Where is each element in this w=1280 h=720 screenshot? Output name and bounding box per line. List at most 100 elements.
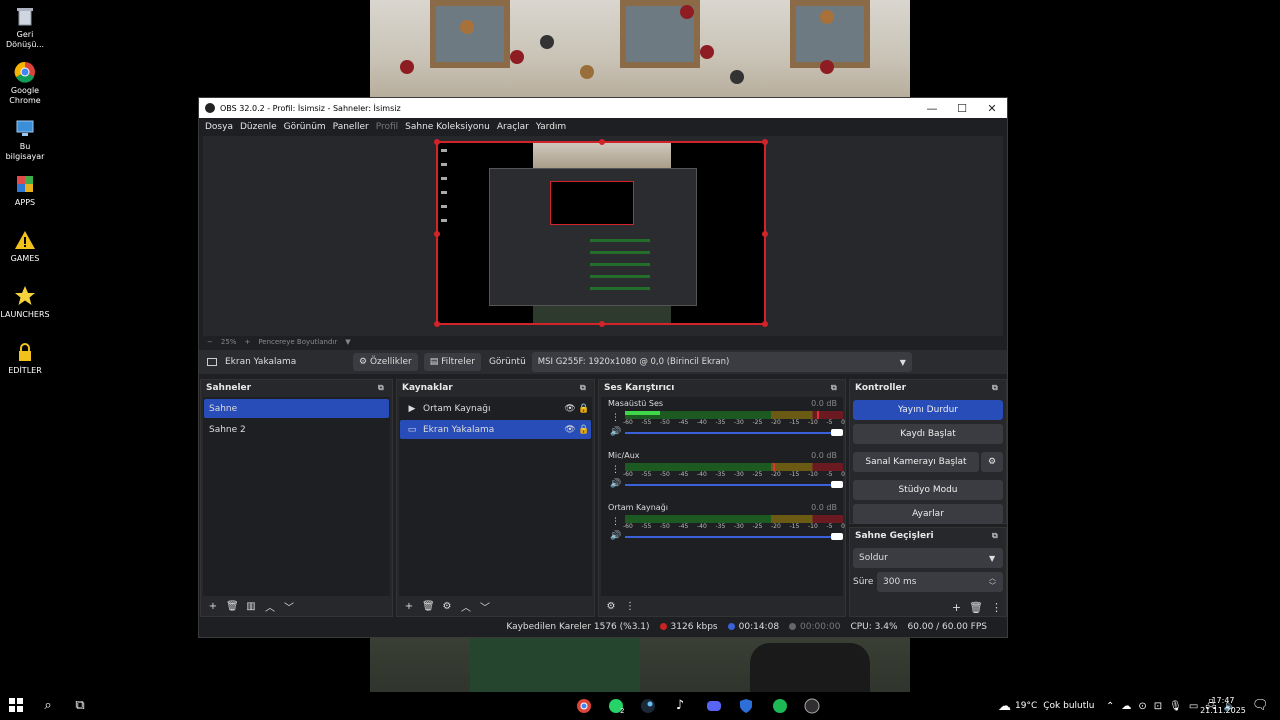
- resize-handle[interactable]: [762, 321, 768, 327]
- display-icon[interactable]: ▭: [1189, 701, 1198, 712]
- undock-icon[interactable]: ⧉: [992, 383, 1006, 393]
- task-view-icon[interactable]: ⧉: [72, 698, 88, 714]
- advanced-audio-icon[interactable]: ⚙: [605, 601, 617, 612]
- menu-duzenle[interactable]: Düzenle: [240, 122, 277, 132]
- tray-app-icon[interactable]: ⊙: [1138, 701, 1146, 712]
- trash-icon[interactable]: 🗑: [422, 601, 435, 612]
- volume-icon[interactable]: 🔊: [610, 427, 621, 437]
- menu-araclar[interactable]: Araçlar: [497, 122, 529, 132]
- stepper-icon[interactable]: ︿ ﹀: [989, 574, 1003, 590]
- desktop-icon-chrome[interactable]: Google Chrome: [0, 61, 50, 106]
- menu-dosya[interactable]: Dosya: [205, 122, 233, 132]
- volume-slider[interactable]: [625, 429, 843, 436]
- onedrive-icon[interactable]: ☁: [1121, 701, 1131, 712]
- chrome-icon[interactable]: [576, 698, 592, 714]
- display-select[interactable]: MSI G255F: 1920x1080 @ 0,0 (Birincil Ekr…: [531, 352, 912, 372]
- duration-input[interactable]: 300 ms ︿ ﹀: [877, 572, 1003, 592]
- transition-select[interactable]: Soldur ▼: [853, 548, 1003, 568]
- resize-handle[interactable]: [434, 231, 440, 237]
- undock-icon[interactable]: ⧉: [580, 383, 594, 393]
- clock[interactable]: 17:47 21.11.2025: [1200, 692, 1246, 720]
- slider-knob[interactable]: [831, 481, 843, 488]
- channel-menu-icon[interactable]: ⋮: [611, 517, 620, 527]
- resize-handle[interactable]: [434, 321, 440, 327]
- desktop-icon-launchers[interactable]: LAUNCHERS: [0, 285, 50, 320]
- undock-icon[interactable]: ⧉: [831, 383, 845, 393]
- weather-widget[interactable]: ☁ 19°C Çok bulutlu: [998, 692, 1094, 720]
- maximize-button[interactable]: ☐: [947, 102, 977, 115]
- trash-icon[interactable]: 🗑: [969, 601, 983, 614]
- menu-paneller[interactable]: Paneller: [333, 122, 369, 132]
- desktop-icon-this-pc[interactable]: Bu bilgisayar: [0, 117, 50, 162]
- filters-button[interactable]: ▤ Filtreler: [423, 353, 481, 371]
- notifications-icon[interactable]: 🗨: [1252, 698, 1269, 714]
- scene-item[interactable]: Sahne: [204, 399, 389, 418]
- gear-icon[interactable]: ⚙: [441, 601, 453, 612]
- undock-icon[interactable]: ⧉: [378, 383, 392, 393]
- undock-icon[interactable]: ⧉: [992, 531, 1006, 541]
- menu-profil[interactable]: Profil: [376, 122, 398, 132]
- volume-icon[interactable]: 🔊: [610, 479, 621, 489]
- settings-button[interactable]: Ayarlar: [853, 504, 1003, 524]
- move-up-icon[interactable]: ︿: [264, 599, 276, 614]
- menu-gorunum[interactable]: Görünüm: [284, 122, 326, 132]
- zoom-fit-label[interactable]: Pencereye Boyutlandır: [258, 338, 337, 346]
- zoom-out-button[interactable]: −: [207, 338, 213, 346]
- menu-sahne-koleksiyonu[interactable]: Sahne Koleksiyonu: [405, 122, 490, 132]
- properties-button[interactable]: ⚙ Özellikler: [353, 353, 418, 371]
- channel-menu-icon[interactable]: ⋮: [611, 413, 620, 423]
- desktop-icon-recycle-bin[interactable]: Geri Dönüşü...: [0, 5, 50, 50]
- preview-canvas[interactable]: [434, 139, 768, 327]
- add-scene-button[interactable]: +: [207, 601, 219, 612]
- window-titlebar[interactable]: OBS 32.0.2 - Profil: İsimsiz - Sahneler:…: [199, 98, 1007, 118]
- mixer-menu-icon[interactable]: ⋮: [624, 601, 636, 612]
- resize-handle[interactable]: [599, 139, 605, 145]
- move-up-icon[interactable]: ︿: [460, 599, 472, 614]
- zoom-dropdown-icon[interactable]: ▼: [345, 338, 350, 346]
- volume-icon[interactable]: 🔊: [610, 531, 621, 541]
- close-button[interactable]: ✕: [977, 102, 1007, 115]
- add-source-button[interactable]: +: [403, 601, 415, 612]
- add-transition-button[interactable]: +: [952, 601, 961, 614]
- gear-icon[interactable]: ⚙: [981, 452, 1003, 472]
- zoom-in-button[interactable]: +: [244, 338, 250, 346]
- chevron-up-icon[interactable]: ⌃: [1106, 701, 1114, 712]
- minimize-button[interactable]: —: [917, 102, 947, 115]
- resize-handle[interactable]: [599, 321, 605, 327]
- stop-stream-button[interactable]: Yayını Durdur: [853, 400, 1003, 420]
- volume-slider[interactable]: [625, 481, 843, 488]
- preview-area[interactable]: [203, 136, 1003, 336]
- move-down-icon[interactable]: ﹀: [479, 599, 491, 614]
- trash-icon[interactable]: 🗑: [226, 601, 239, 612]
- lock-icon[interactable]: 🔒: [577, 404, 591, 414]
- search-icon[interactable]: ⌕: [40, 698, 56, 714]
- transition-menu-icon[interactable]: ⋮: [991, 601, 1002, 614]
- obs-icon[interactable]: [804, 698, 820, 714]
- tiktok-icon[interactable]: ♪: [672, 698, 688, 714]
- microphone-icon[interactable]: 🎙: [1169, 701, 1182, 712]
- menu-yardim[interactable]: Yardım: [536, 122, 566, 132]
- move-down-icon[interactable]: ﹀: [283, 599, 295, 614]
- shield-icon[interactable]: [738, 698, 754, 714]
- source-item[interactable]: ▶ Ortam Kaynağı 👁 🔒: [400, 399, 591, 418]
- start-record-button[interactable]: Kaydı Başlat: [853, 424, 1003, 444]
- slider-knob[interactable]: [831, 429, 843, 436]
- steam-icon[interactable]: [640, 698, 656, 714]
- resize-handle[interactable]: [434, 139, 440, 145]
- scene-item[interactable]: Sahne 2: [204, 420, 389, 439]
- start-virtual-camera-button[interactable]: Sanal Kamerayı Başlat: [853, 452, 979, 472]
- windows-start-icon[interactable]: [8, 698, 24, 714]
- lock-icon[interactable]: 🔒: [577, 425, 591, 435]
- desktop-icon-games[interactable]: GAMES: [0, 229, 50, 264]
- channel-menu-icon[interactable]: ⋮: [611, 465, 620, 475]
- eye-icon[interactable]: 👁: [563, 404, 577, 414]
- spotify-icon[interactable]: [772, 698, 788, 714]
- resize-handle[interactable]: [762, 231, 768, 237]
- studio-mode-button[interactable]: Stüdyo Modu: [853, 480, 1003, 500]
- discord-icon[interactable]: [706, 698, 722, 714]
- resize-handle[interactable]: [762, 139, 768, 145]
- desktop-icon-apps[interactable]: APPS: [0, 173, 50, 208]
- desktop-icon-editler[interactable]: EDİTLER: [0, 341, 50, 376]
- tray-app-icon[interactable]: ⊡: [1154, 701, 1162, 712]
- volume-slider[interactable]: [625, 533, 843, 540]
